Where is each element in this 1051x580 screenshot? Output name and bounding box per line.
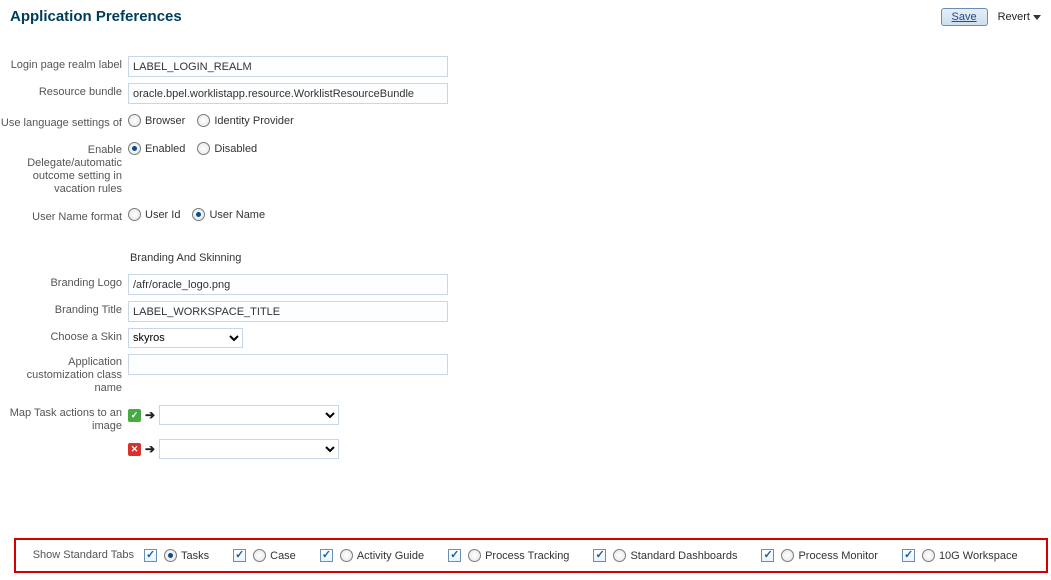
x-icon: ✕ bbox=[128, 443, 141, 456]
tab-checkbox[interactable] bbox=[320, 549, 333, 562]
save-button[interactable]: Save bbox=[941, 8, 988, 26]
tab-default-radio[interactable] bbox=[340, 549, 353, 562]
branding-title-input[interactable] bbox=[128, 301, 448, 322]
tab-default-radio[interactable] bbox=[922, 549, 935, 562]
tab-checkbox[interactable] bbox=[233, 549, 246, 562]
tab-default-radio[interactable] bbox=[253, 549, 266, 562]
choose-skin-select[interactable]: skyros bbox=[128, 328, 243, 348]
tab-checkbox[interactable] bbox=[144, 549, 157, 562]
tab-name: Standard Dashboards bbox=[630, 550, 737, 562]
branding-title-label: Branding Title bbox=[0, 301, 128, 317]
browser-radio[interactable] bbox=[128, 114, 141, 127]
page-title: Application Preferences bbox=[10, 8, 182, 25]
tab-name: Process Monitor bbox=[798, 550, 877, 562]
chevron-down-icon bbox=[1033, 15, 1041, 20]
userid-radio-label: User Id bbox=[145, 209, 180, 221]
tab-name: Case bbox=[270, 550, 296, 562]
tab-name: Tasks bbox=[181, 550, 209, 562]
branding-logo-input[interactable] bbox=[128, 274, 448, 295]
login-realm-label: Login page realm label bbox=[0, 56, 128, 72]
check-icon: ✓ bbox=[128, 409, 141, 422]
revert-label: Revert bbox=[998, 11, 1030, 23]
tab-item: 10G Workspace bbox=[898, 546, 1018, 565]
username-format-label: User Name format bbox=[0, 208, 128, 224]
disabled-radio[interactable] bbox=[197, 142, 210, 155]
tab-name: Process Tracking bbox=[485, 550, 569, 562]
login-realm-input[interactable] bbox=[128, 56, 448, 77]
tab-name: Activity Guide bbox=[357, 550, 424, 562]
username-radio-label: User Name bbox=[209, 209, 265, 221]
arrow-right-icon: ➔ bbox=[145, 442, 155, 456]
disabled-radio-label: Disabled bbox=[214, 143, 257, 155]
tab-name: 10G Workspace bbox=[939, 550, 1018, 562]
use-language-label: Use language settings of bbox=[0, 114, 128, 130]
show-standard-tabs-label: Show Standard Tabs bbox=[16, 549, 140, 562]
tab-checkbox[interactable] bbox=[448, 549, 461, 562]
idp-radio-label: Identity Provider bbox=[214, 115, 293, 127]
branding-section-heading: Branding And Skinning bbox=[130, 252, 1051, 264]
resource-bundle-input[interactable] bbox=[128, 83, 448, 104]
resource-bundle-label: Resource bundle bbox=[0, 83, 128, 99]
userid-radio[interactable] bbox=[128, 208, 141, 221]
revert-button[interactable]: Revert bbox=[998, 11, 1041, 23]
map-task-label: Map Task actions to an image bbox=[0, 405, 128, 433]
app-class-label: Application customization class name bbox=[0, 354, 128, 395]
map-action-select-1[interactable] bbox=[159, 405, 339, 425]
tab-checkbox[interactable] bbox=[902, 549, 915, 562]
tab-checkbox[interactable] bbox=[593, 549, 606, 562]
choose-skin-label: Choose a Skin bbox=[0, 328, 128, 344]
tab-default-radio[interactable] bbox=[613, 549, 626, 562]
tab-item: Standard Dashboards bbox=[589, 546, 737, 565]
enable-delegate-label: Enable Delegate/automatic outcome settin… bbox=[0, 142, 128, 196]
tab-default-radio[interactable] bbox=[164, 549, 177, 562]
map-action-select-2[interactable] bbox=[159, 439, 339, 459]
show-standard-tabs-box: Show Standard Tabs Tasks Case Activity Gui… bbox=[14, 538, 1048, 573]
branding-logo-label: Branding Logo bbox=[0, 274, 128, 290]
tab-default-radio[interactable] bbox=[468, 549, 481, 562]
arrow-right-icon: ➔ bbox=[145, 408, 155, 422]
tab-item: Tasks bbox=[140, 546, 209, 565]
idp-radio[interactable] bbox=[197, 114, 210, 127]
username-radio[interactable] bbox=[192, 208, 205, 221]
enabled-radio-label: Enabled bbox=[145, 143, 185, 155]
tab-item: Case bbox=[229, 546, 296, 565]
tab-item: Activity Guide bbox=[316, 546, 424, 565]
tab-item: Process Monitor bbox=[757, 546, 877, 565]
tab-item: Process Tracking bbox=[444, 546, 569, 565]
enabled-radio[interactable] bbox=[128, 142, 141, 155]
app-class-input[interactable] bbox=[128, 354, 448, 375]
browser-radio-label: Browser bbox=[145, 115, 185, 127]
tab-checkbox[interactable] bbox=[761, 549, 774, 562]
tab-default-radio[interactable] bbox=[781, 549, 794, 562]
